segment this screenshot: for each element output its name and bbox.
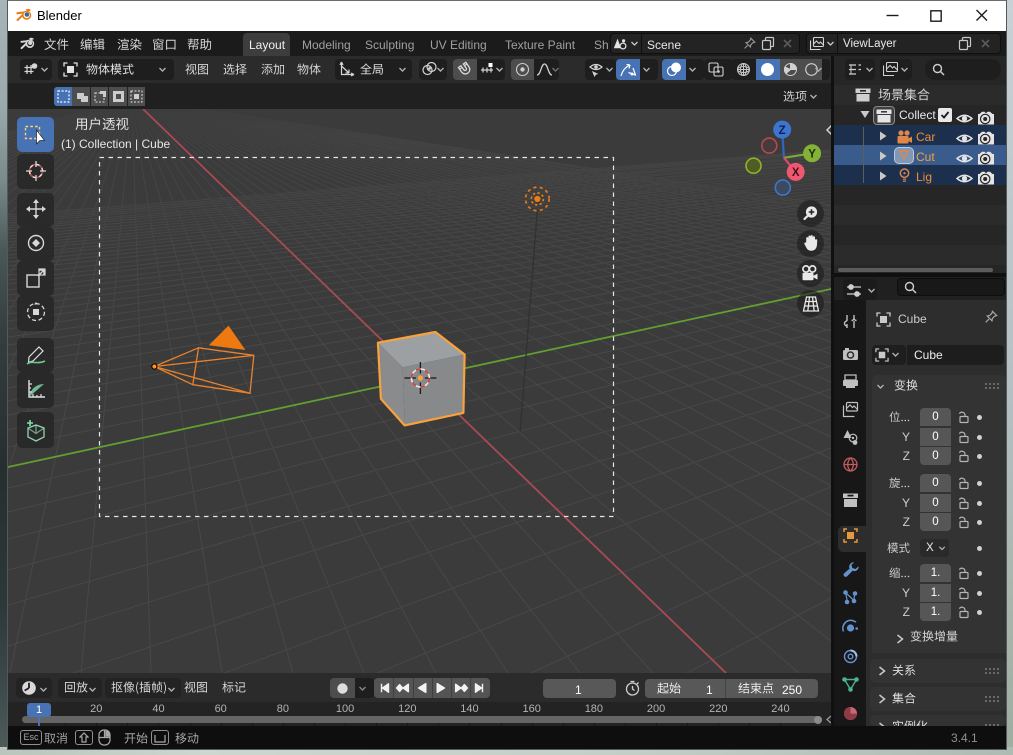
svg-text:Y: Y (808, 149, 816, 161)
svg-text:X: X (791, 167, 799, 179)
svg-text:Z: Z (778, 125, 785, 137)
